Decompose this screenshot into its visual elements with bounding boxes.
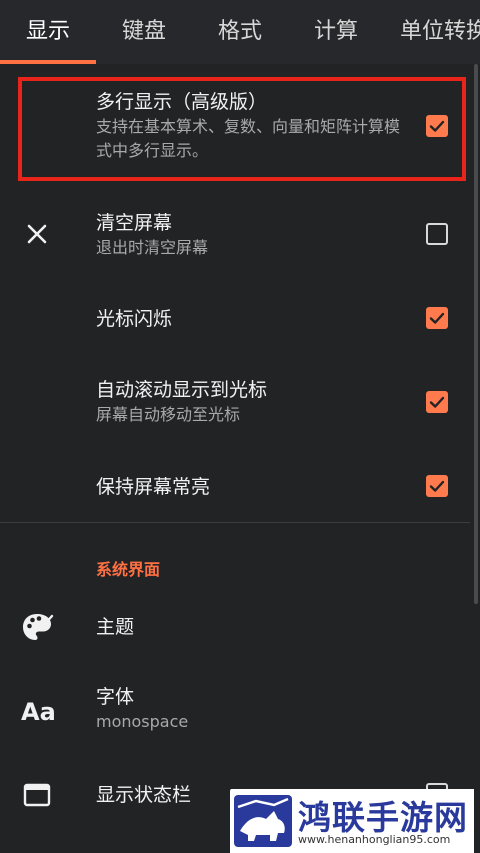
setting-title: 保持屏幕常亮 [96, 476, 211, 498]
tab-keyboard[interactable]: 键盘 [96, 0, 192, 64]
setting-auto-scroll[interactable]: 自动滚动显示到光标 屏幕自动移动至光标 [0, 364, 470, 440]
setting-title: 光标闪烁 [96, 308, 173, 330]
check-icon [429, 480, 445, 492]
tab-bar: 显示 键盘 格式 计算 单位转换 [0, 0, 480, 64]
setting-keep-screen-on[interactable]: 保持屏幕常亮 [0, 456, 470, 518]
watermark-name: 鸿联手游网 [298, 798, 468, 837]
scrollbar[interactable] [474, 64, 478, 604]
section-divider [0, 522, 470, 523]
setting-text: 保持屏幕常亮 [96, 474, 406, 500]
setting-text: 清空屏幕 退出时清空屏幕 [96, 210, 406, 260]
setting-clear-screen[interactable]: 清空屏幕 退出时清空屏幕 [0, 196, 470, 272]
keep-screen-on-checkbox[interactable] [426, 475, 448, 497]
setting-text: 光标闪烁 [96, 306, 406, 332]
cursor-blink-checkbox[interactable] [426, 307, 448, 329]
window-icon [20, 778, 54, 812]
watermark: 鸿联手游网 www.henanhonglian95.com [230, 789, 474, 853]
tab-unit-conversion[interactable]: 单位转换 [400, 0, 480, 64]
font-icon: Aa [20, 694, 56, 728]
setting-title: 字体 [96, 686, 135, 708]
section-header-system-ui: 系统界面 [96, 560, 161, 579]
palette-icon [20, 610, 54, 644]
clear-screen-checkbox[interactable] [426, 223, 448, 245]
tab-format[interactable]: 格式 [192, 0, 288, 64]
setting-title: 自动滚动显示到光标 [96, 379, 268, 401]
watermark-logo [234, 795, 292, 847]
setting-subtitle: 屏幕自动移动至光标 [96, 405, 241, 424]
setting-subtitle: 退出时清空屏幕 [96, 238, 209, 257]
setting-title: 主题 [96, 616, 135, 638]
setting-text: 自动滚动显示到光标 屏幕自动移动至光标 [96, 377, 406, 427]
setting-subtitle: monospace [96, 712, 189, 731]
watermark-url: www.henanhonglian95.com [298, 833, 451, 846]
setting-text: 字体 monospace [96, 684, 406, 734]
setting-theme[interactable]: 主题 [0, 598, 470, 658]
tab-calculation[interactable]: 计算 [288, 0, 384, 64]
check-icon [429, 396, 445, 408]
check-icon [429, 312, 445, 324]
setting-cursor-blink[interactable]: 光标闪烁 [0, 288, 470, 350]
setting-text: 主题 [96, 614, 406, 640]
svg-text:Aa: Aa [21, 698, 56, 726]
close-icon [20, 217, 54, 251]
setting-font[interactable]: Aa 字体 monospace [0, 672, 470, 748]
highlight-box [18, 77, 466, 181]
auto-scroll-checkbox[interactable] [426, 391, 448, 413]
setting-title: 清空屏幕 [96, 212, 173, 234]
tab-display[interactable]: 显示 [0, 0, 96, 64]
